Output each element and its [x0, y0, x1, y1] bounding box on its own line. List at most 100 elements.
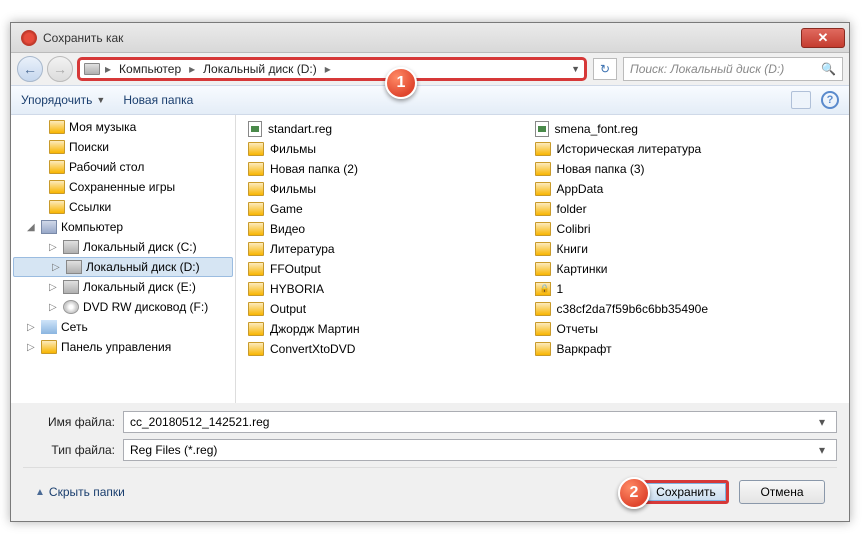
app-icon [21, 30, 37, 46]
file-item[interactable]: folder [535, 199, 822, 219]
close-button[interactable]: ✕ [801, 28, 845, 48]
file-item[interactable]: FFOutput [248, 259, 535, 279]
folder-icon [535, 242, 551, 256]
dropdown-icon[interactable]: ▾ [814, 415, 830, 429]
address-bar[interactable]: ▸ Компьютер ▸ Локальный диск (D:) ▸ ▼ [77, 57, 587, 81]
file-item[interactable]: Книги [535, 239, 822, 259]
file-item[interactable]: Историческая литература [535, 139, 822, 159]
refresh-button[interactable]: ↻ [593, 58, 617, 80]
collapse-icon[interactable]: ◢ [27, 222, 37, 233]
expand-icon[interactable]: ▷ [52, 262, 62, 273]
file-item[interactable]: HYBORIA [248, 279, 535, 299]
file-item[interactable]: Джордж Мартин [248, 319, 535, 339]
new-folder-button[interactable]: Новая папка [123, 93, 193, 107]
save-button[interactable]: Сохранить [643, 480, 729, 504]
folder-icon [535, 322, 551, 336]
file-label: 1 [557, 282, 564, 296]
breadcrumb-drive[interactable]: Локальный диск (D:) [200, 60, 320, 78]
file-item[interactable]: Новая папка (2) [248, 159, 535, 179]
file-item[interactable]: Новая папка (3) [535, 159, 822, 179]
tree-item[interactable]: ▷DVD RW дисковод (F:) [11, 297, 235, 317]
file-item[interactable]: Output [248, 299, 535, 319]
tree-item[interactable]: Поиски [11, 137, 235, 157]
tree-item-controlpanel[interactable]: ▷Панель управления [11, 337, 235, 357]
expand-icon[interactable]: ▷ [49, 302, 59, 313]
file-item[interactable]: ConvertXtoDVD [248, 339, 535, 359]
dropdown-icon[interactable]: ▾ [814, 443, 830, 457]
filetype-select[interactable]: Reg Files (*.reg)▾ [123, 439, 837, 461]
tree-item[interactable]: Сохраненные игры [11, 177, 235, 197]
folder-icon [248, 302, 264, 316]
expand-icon[interactable]: ▷ [27, 342, 37, 353]
file-item[interactable]: Видео [248, 219, 535, 239]
folder-icon [535, 162, 551, 176]
file-label: Джордж Мартин [270, 322, 360, 336]
expand-icon[interactable]: ▷ [27, 322, 37, 333]
file-item[interactable]: Фильмы [248, 139, 535, 159]
file-item[interactable]: Литература [248, 239, 535, 259]
tree-item[interactable]: Ссылки [11, 197, 235, 217]
file-item[interactable]: standart.reg [248, 119, 535, 139]
file-label: ConvertXtoDVD [270, 342, 355, 356]
drive-icon [66, 260, 82, 274]
save-dialog: Сохранить как ✕ ← → ▸ Компьютер ▸ Локаль… [10, 22, 850, 522]
file-label: Варкрафт [557, 342, 612, 356]
file-list[interactable]: standart.reg Фильмы Новая папка (2) Фильмы G… [236, 115, 849, 403]
file-label: Литература [270, 242, 335, 256]
folder-icon [49, 120, 65, 134]
file-item[interactable]: Отчеты [535, 319, 822, 339]
help-button[interactable]: ? [821, 91, 839, 109]
organize-menu[interactable]: Упорядочить▼ [21, 93, 105, 107]
file-item[interactable]: c38cf2da7f59b6c6bb35490e [535, 299, 822, 319]
folder-icon [248, 242, 264, 256]
tree-item-computer[interactable]: ◢Компьютер [11, 217, 235, 237]
hide-folders-link[interactable]: ▲Скрыть папки [35, 485, 125, 499]
disc-icon [63, 300, 79, 314]
drive-icon [63, 240, 79, 254]
file-label: Фильмы [270, 182, 316, 196]
tree-item[interactable]: Моя музыка [11, 117, 235, 137]
file-item[interactable]: Картинки [535, 259, 822, 279]
breadcrumb-root[interactable]: Компьютер [116, 60, 184, 78]
address-dropdown-icon[interactable]: ▼ [571, 64, 580, 74]
drive-icon [84, 63, 100, 75]
breadcrumb-sep-icon: ▸ [186, 62, 198, 76]
back-button[interactable]: ← [17, 56, 43, 82]
file-item[interactable]: 1 [535, 279, 822, 299]
file-item[interactable]: smena_font.reg [535, 119, 822, 139]
folder-icon [248, 182, 264, 196]
filename-label: Имя файла: [23, 415, 123, 429]
forward-button[interactable]: → [47, 56, 73, 82]
filename-input[interactable]: cc_20180512_142521.reg▾ [123, 411, 837, 433]
tree-item[interactable]: Рабочий стол [11, 157, 235, 177]
folder-icon [248, 322, 264, 336]
computer-icon [41, 220, 57, 234]
folder-icon [248, 202, 264, 216]
titlebar: Сохранить как ✕ [11, 23, 849, 53]
search-input[interactable]: Поиск: Локальный диск (D:) 🔍 [623, 57, 843, 81]
callout-1: 1 [385, 67, 417, 99]
view-mode-button[interactable] [791, 91, 811, 109]
file-item[interactable]: AppData [535, 179, 822, 199]
folder-icon [248, 262, 264, 276]
file-item[interactable]: Game [248, 199, 535, 219]
reg-file-icon [535, 121, 549, 137]
tree-item-network[interactable]: ▷Сеть [11, 317, 235, 337]
folder-tree[interactable]: Моя музыка Поиски Рабочий стол Сохраненн… [11, 115, 236, 403]
file-item[interactable]: Colibri [535, 219, 822, 239]
expand-icon[interactable]: ▷ [49, 282, 59, 293]
file-label: Фильмы [270, 142, 316, 156]
filetype-label: Тип файла: [23, 443, 123, 457]
expand-icon[interactable]: ▷ [49, 242, 59, 253]
cancel-button[interactable]: Отмена [739, 480, 825, 504]
file-label: AppData [557, 182, 604, 196]
file-item[interactable]: Варкрафт [535, 339, 822, 359]
tree-item[interactable]: ▷Локальный диск (C:) [11, 237, 235, 257]
file-label: Colibri [557, 222, 591, 236]
tree-item[interactable]: ▷Локальный диск (E:) [11, 277, 235, 297]
folder-icon [41, 340, 57, 354]
breadcrumb-sep-icon: ▸ [322, 62, 334, 76]
folder-icon [248, 282, 264, 296]
file-item[interactable]: Фильмы [248, 179, 535, 199]
tree-item-selected[interactable]: ▷Локальный диск (D:) [13, 257, 233, 277]
